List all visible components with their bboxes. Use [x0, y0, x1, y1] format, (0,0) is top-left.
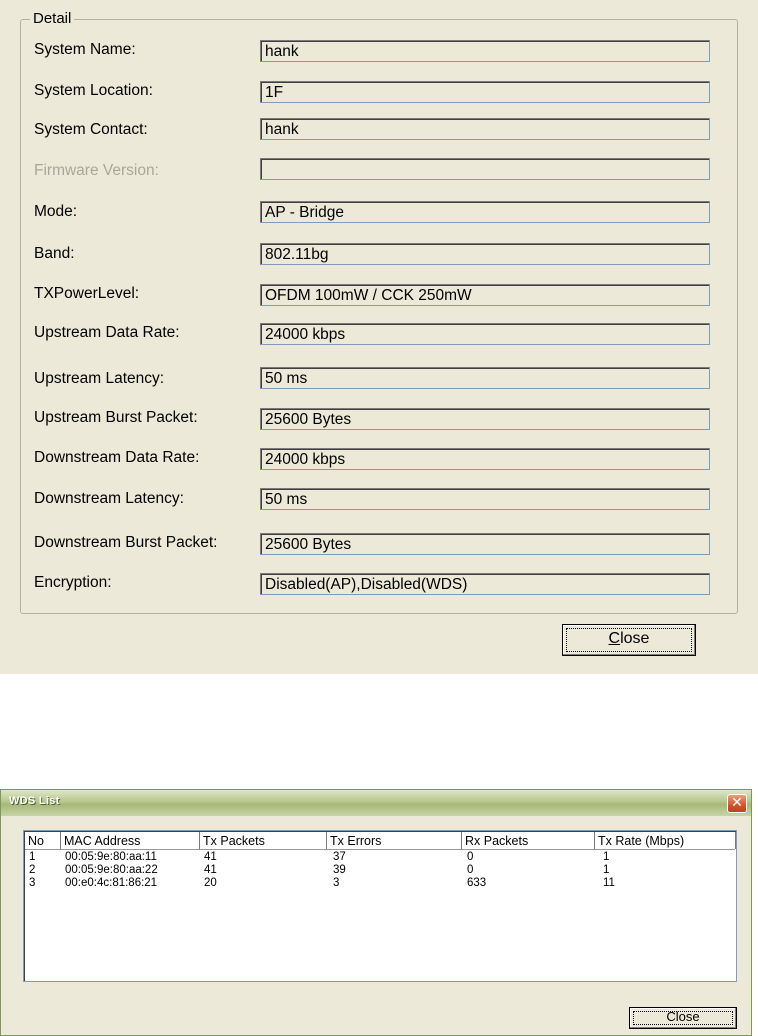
wds-title-bar[interactable]: WDS List ✕ [1, 790, 751, 816]
mode-field[interactable]: AP - Bridge [260, 201, 710, 223]
upstream-latency-field[interactable]: 50 ms [260, 367, 710, 389]
tx-power-level-field[interactable]: OFDM 100mW / CCK 250mW [260, 284, 710, 306]
system-contact-label: System Contact: [34, 121, 148, 138]
row-tx-errors: 39 [333, 864, 346, 876]
row-tx-packets: 41 [204, 864, 217, 876]
wds-list-header: No MAC Address Tx Packets Tx Errors Rx P… [25, 832, 736, 850]
column-header-rx-packets[interactable]: Rx Packets [462, 832, 595, 849]
band-label: Band: [34, 245, 75, 262]
table-row[interactable]: 2 00:05:9e:80:aa:22 41 39 0 1 [25, 864, 735, 877]
column-header-tx-packets[interactable]: Tx Packets [200, 832, 327, 849]
system-name-field[interactable]: hank [260, 40, 710, 62]
downstream-burst-packet-field[interactable]: 25600 Bytes [260, 533, 710, 555]
detail-group-title: Detail [30, 10, 75, 27]
row-mac-address: 00:05:9e:80:aa:11 [65, 851, 157, 863]
row-rx-packets: 0 [467, 864, 474, 876]
detail-dialog: Detail System Name: hank System Location… [0, 0, 758, 674]
encryption-label: Encryption: [34, 574, 112, 591]
close-icon[interactable]: ✕ [727, 794, 747, 813]
row-rx-packets: 633 [467, 877, 487, 889]
upstream-latency-label: Upstream Latency: [34, 370, 165, 387]
firmware-version-label: Firmware Version: [34, 162, 159, 179]
downstream-latency-field[interactable]: 50 ms [260, 488, 710, 510]
wds-list-view[interactable]: No MAC Address Tx Packets Tx Errors Rx P… [23, 830, 737, 982]
downstream-latency-label: Downstream Latency: [34, 490, 184, 507]
detail-groupbox [20, 19, 738, 614]
wds-close-label: Close [666, 1009, 700, 1024]
system-location-field[interactable]: 1F [260, 81, 710, 103]
upstream-data-rate-label: Upstream Data Rate: [34, 324, 180, 341]
row-tx-rate: 11 [603, 877, 615, 889]
upstream-data-rate-field[interactable]: 24000 kbps [260, 323, 710, 345]
wds-list-window: WDS List ✕ No MAC Address Tx Packets Tx … [0, 789, 752, 1036]
row-tx-packets: 41 [204, 851, 217, 863]
encryption-field[interactable]: Disabled(AP),Disabled(WDS) [260, 573, 710, 595]
column-header-tx-errors[interactable]: Tx Errors [327, 832, 462, 849]
column-header-tx-rate[interactable]: Tx Rate (Mbps) [595, 832, 736, 849]
row-mac-address: 00:e0:4c:81:86:21 [65, 877, 158, 889]
row-tx-packets: 20 [204, 877, 217, 889]
row-rx-packets: 0 [467, 851, 474, 863]
column-header-no[interactable]: No [25, 832, 61, 849]
row-tx-rate: 1 [603, 864, 610, 876]
firmware-version-field [260, 158, 710, 180]
system-location-label: System Location: [34, 82, 153, 99]
downstream-data-rate-label: Downstream Data Rate: [34, 449, 200, 466]
table-row[interactable]: 1 00:05:9e:80:aa:11 41 37 0 1 [25, 851, 735, 864]
table-row[interactable]: 3 00:e0:4c:81:86:21 20 3 633 11 [25, 877, 735, 890]
downstream-data-rate-field[interactable]: 24000 kbps [260, 448, 710, 470]
detail-close-label: Close [608, 630, 650, 647]
upstream-burst-packet-field[interactable]: 25600 Bytes [260, 408, 710, 430]
row-tx-errors: 37 [333, 851, 346, 863]
detail-close-button[interactable]: Close [562, 624, 696, 656]
system-name-label: System Name: [34, 41, 136, 58]
row-no: 2 [29, 864, 36, 876]
row-no: 1 [29, 851, 36, 863]
downstream-burst-packet-label: Downstream Burst Packet: [34, 534, 218, 551]
mode-label: Mode: [34, 203, 78, 220]
upstream-burst-packet-label: Upstream Burst Packet: [34, 409, 198, 426]
band-field[interactable]: 802.11bg [260, 243, 710, 265]
tx-power-level-label: TXPowerLevel: [34, 285, 140, 302]
row-no: 3 [29, 877, 36, 889]
wds-window-title: WDS List [9, 795, 60, 807]
row-tx-rate: 1 [603, 851, 610, 863]
column-header-mac-address[interactable]: MAC Address [61, 832, 200, 849]
wds-close-button[interactable]: Close [629, 1007, 737, 1029]
system-contact-field[interactable]: hank [260, 118, 710, 140]
row-mac-address: 00:05:9e:80:aa:22 [65, 864, 158, 876]
row-tx-errors: 3 [333, 877, 340, 889]
